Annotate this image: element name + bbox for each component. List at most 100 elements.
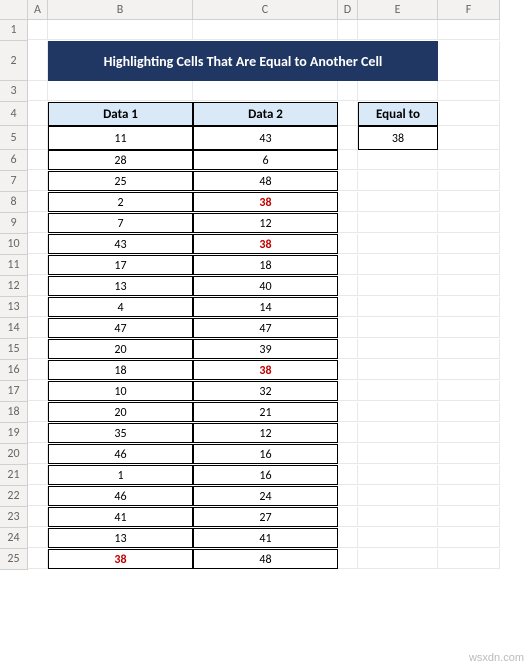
cell[interactable] [438,486,500,506]
cell[interactable] [338,297,358,317]
cell[interactable] [438,276,500,296]
cell[interactable] [338,381,358,401]
cell[interactable] [438,381,500,401]
data-cell[interactable]: 20 [48,402,193,422]
cell[interactable] [28,192,48,212]
cell[interactable] [338,81,358,101]
data-cell[interactable]: 13 [48,276,193,296]
cell[interactable] [438,360,500,380]
cell[interactable] [338,192,358,212]
cell[interactable] [28,318,48,338]
cell[interactable] [338,171,358,191]
data-cell[interactable]: 48 [193,171,338,191]
data-cell[interactable]: 40 [193,276,338,296]
cell[interactable] [358,192,438,212]
cell[interactable] [438,126,500,150]
cell[interactable] [358,360,438,380]
row-header-8[interactable]: 8 [0,192,28,213]
data-cell[interactable]: 20 [48,339,193,359]
row-header-13[interactable]: 13 [0,297,28,318]
data-cell[interactable]: 13 [48,528,193,548]
cell[interactable] [28,528,48,548]
cell[interactable] [358,465,438,485]
data-cell[interactable]: 35 [48,423,193,443]
cell[interactable] [358,402,438,422]
cell[interactable] [438,549,500,569]
data-cell[interactable]: 6 [193,150,338,170]
select-all-corner[interactable] [0,0,28,20]
cell[interactable] [338,213,358,233]
data-cell[interactable]: 43 [193,126,338,150]
data-cell[interactable]: 7 [48,213,193,233]
header-data1[interactable]: Data 1 [48,102,193,126]
cell[interactable] [358,213,438,233]
data-cell[interactable]: 2 [48,192,193,212]
row-header-1[interactable]: 1 [0,20,28,41]
cell[interactable] [358,297,438,317]
cell[interactable] [338,255,358,275]
data-cell[interactable]: 1 [48,465,193,485]
data-cell[interactable]: 38 [193,234,338,254]
cell[interactable] [28,213,48,233]
row-header-21[interactable]: 21 [0,465,28,486]
data-cell[interactable]: 4 [48,297,193,317]
data-cell[interactable]: 12 [193,423,338,443]
data-cell[interactable]: 32 [193,381,338,401]
col-header-D[interactable]: D [338,0,358,20]
row-header-14[interactable]: 14 [0,318,28,339]
data-cell[interactable]: 27 [193,507,338,527]
cell[interactable] [358,234,438,254]
row-header-4[interactable]: 4 [0,102,28,126]
cell[interactable] [28,102,48,126]
cell[interactable] [28,234,48,254]
row-header-24[interactable]: 24 [0,528,28,549]
cell[interactable] [28,423,48,443]
cell[interactable] [358,486,438,506]
data-cell[interactable]: 25 [48,171,193,191]
cell[interactable] [193,81,338,101]
cell[interactable] [338,150,358,170]
row-header-12[interactable]: 12 [0,276,28,297]
cell[interactable] [338,20,358,40]
cell[interactable] [28,41,48,81]
cell[interactable] [28,339,48,359]
cell[interactable] [358,318,438,338]
cell[interactable] [28,20,48,40]
cell[interactable] [438,81,500,101]
data-cell[interactable]: 17 [48,255,193,275]
cell[interactable] [28,255,48,275]
cell[interactable] [338,339,358,359]
data-cell[interactable]: 14 [193,297,338,317]
row-header-6[interactable]: 6 [0,150,28,171]
data-cell[interactable]: 46 [48,486,193,506]
cell[interactable] [438,234,500,254]
row-header-18[interactable]: 18 [0,402,28,423]
cell[interactable] [438,297,500,317]
cell[interactable] [338,486,358,506]
cell[interactable] [358,339,438,359]
data-cell[interactable]: 38 [193,192,338,212]
row-header-23[interactable]: 23 [0,507,28,528]
data-cell[interactable]: 21 [193,402,338,422]
cell[interactable] [28,276,48,296]
cell[interactable] [358,507,438,527]
cell[interactable] [28,81,48,101]
cell[interactable] [338,465,358,485]
cell[interactable] [338,102,358,126]
row-header-10[interactable]: 10 [0,234,28,255]
cell[interactable] [338,126,358,150]
data-cell[interactable]: 38 [193,360,338,380]
data-cell[interactable]: 43 [48,234,193,254]
cell[interactable] [338,528,358,548]
data-cell[interactable]: 18 [193,255,338,275]
data-cell[interactable]: 12 [193,213,338,233]
data-cell[interactable]: 28 [48,150,193,170]
cell[interactable] [438,465,500,485]
cell[interactable] [28,486,48,506]
data-cell[interactable]: 47 [48,318,193,338]
cell[interactable] [28,465,48,485]
data-cell[interactable]: 41 [48,507,193,527]
cell[interactable] [438,255,500,275]
data-cell[interactable]: 48 [193,549,338,569]
cell[interactable] [338,549,358,569]
